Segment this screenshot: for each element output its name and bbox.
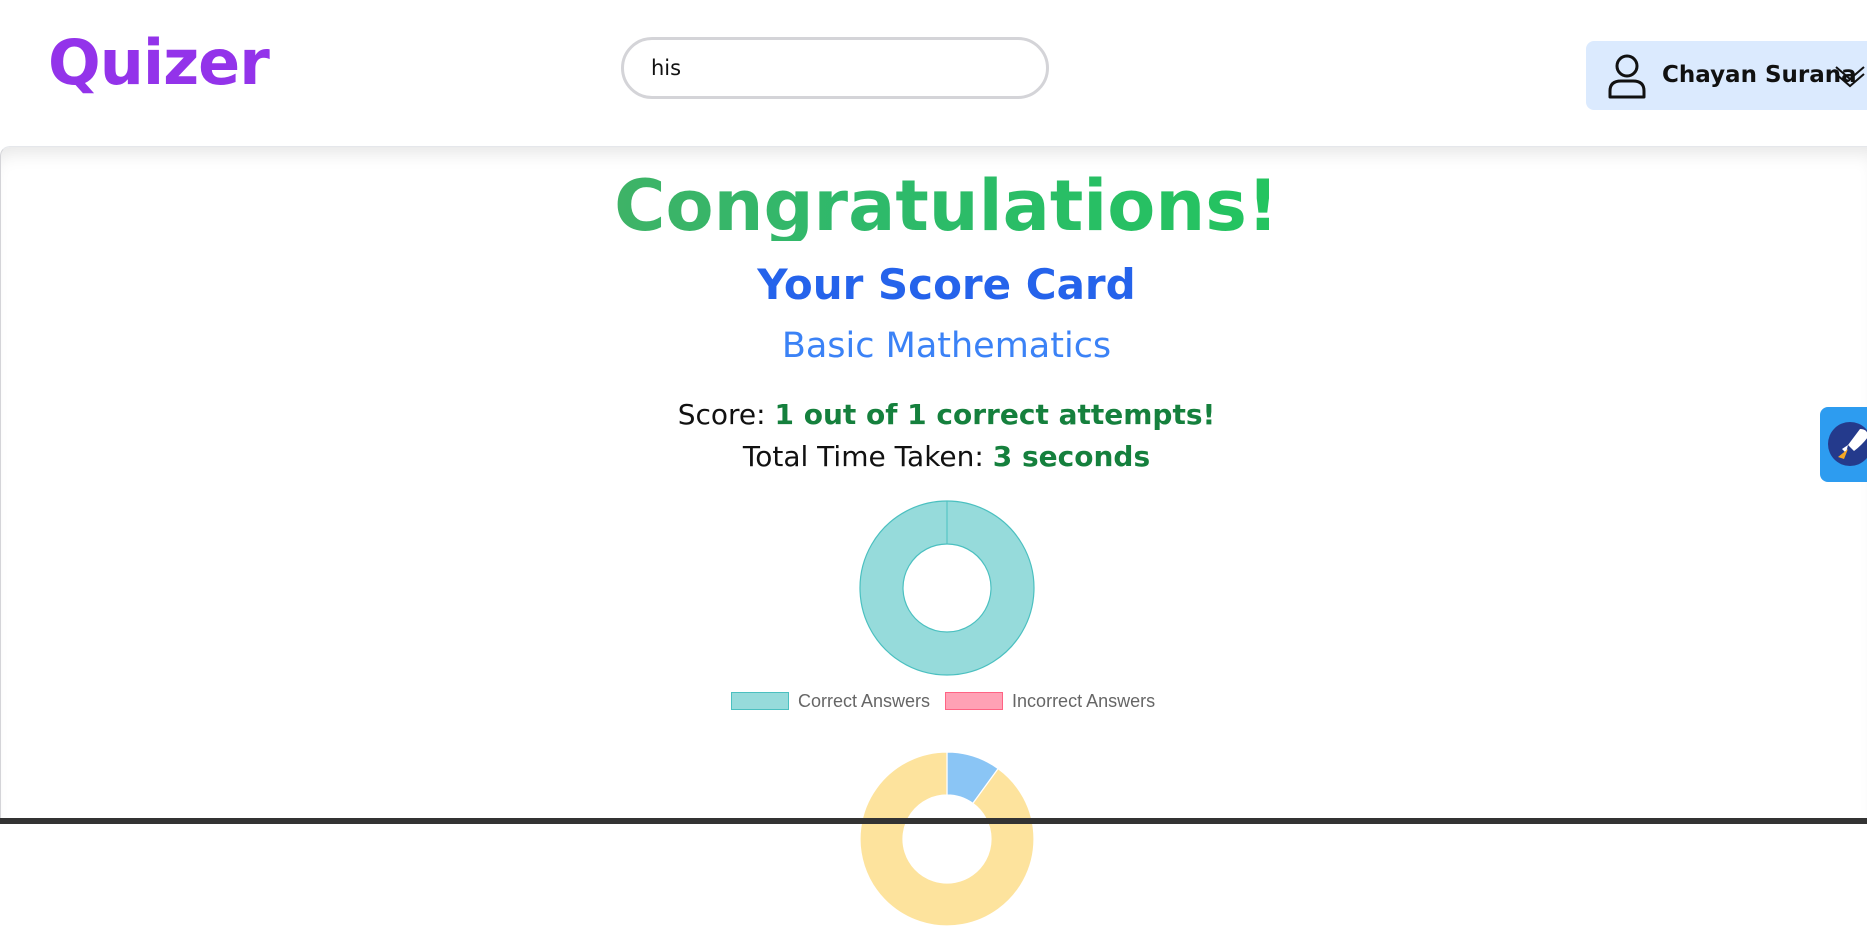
- time-label: Total Time Taken:: [742, 440, 993, 473]
- rocket-icon: [1828, 422, 1867, 466]
- scorecard-heading: Your Score Card: [757, 260, 1136, 309]
- score-line: Score: 1 out of 1 correct attempts!: [0, 398, 1867, 431]
- subject-name: Basic Mathematics: [781, 326, 1112, 366]
- answers-doughnut-chart: [859, 500, 1035, 676]
- double-chevron-down-icon: [1835, 66, 1865, 88]
- time-line: Total Time Taken: 3 seconds: [0, 440, 1867, 473]
- time-value: 3 seconds: [992, 440, 1151, 473]
- legend-label-incorrect: Incorrect Answers: [1012, 690, 1156, 711]
- score-card-panel: [0, 146, 1867, 824]
- logo[interactable]: Quizer: [48, 26, 270, 99]
- legend-swatch-correct: [731, 692, 789, 710]
- floating-action-button[interactable]: [1820, 407, 1867, 482]
- legend-label-correct: Correct Answers: [798, 690, 931, 711]
- legend-swatch-incorrect: [945, 692, 1004, 710]
- user-outline-icon: [1608, 54, 1646, 99]
- top-header: Quizer Chayan Surana: [0, 0, 1867, 146]
- bottom-bar: [0, 818, 1867, 824]
- legend-item-correct[interactable]: Correct Answers: [731, 691, 930, 712]
- second-doughnut-slice-1[interactable]: [859, 751, 1035, 927]
- legend-item-incorrect[interactable]: Incorrect Answers: [945, 691, 1155, 712]
- search-input[interactable]: [649, 55, 1023, 81]
- chart-legend: Correct Answers Incorrect Answers: [731, 690, 1170, 712]
- user-name: Chayan Surana: [1662, 62, 1857, 88]
- score-value: 1 out of 1 correct attempts!: [774, 398, 1216, 431]
- user-menu[interactable]: Chayan Surana: [1586, 41, 1867, 110]
- congrats-title: Congratulations!: [0, 171, 1867, 241]
- score-label: Score:: [677, 398, 775, 431]
- search-bar[interactable]: [621, 37, 1049, 99]
- second-doughnut-chart: [859, 751, 1035, 927]
